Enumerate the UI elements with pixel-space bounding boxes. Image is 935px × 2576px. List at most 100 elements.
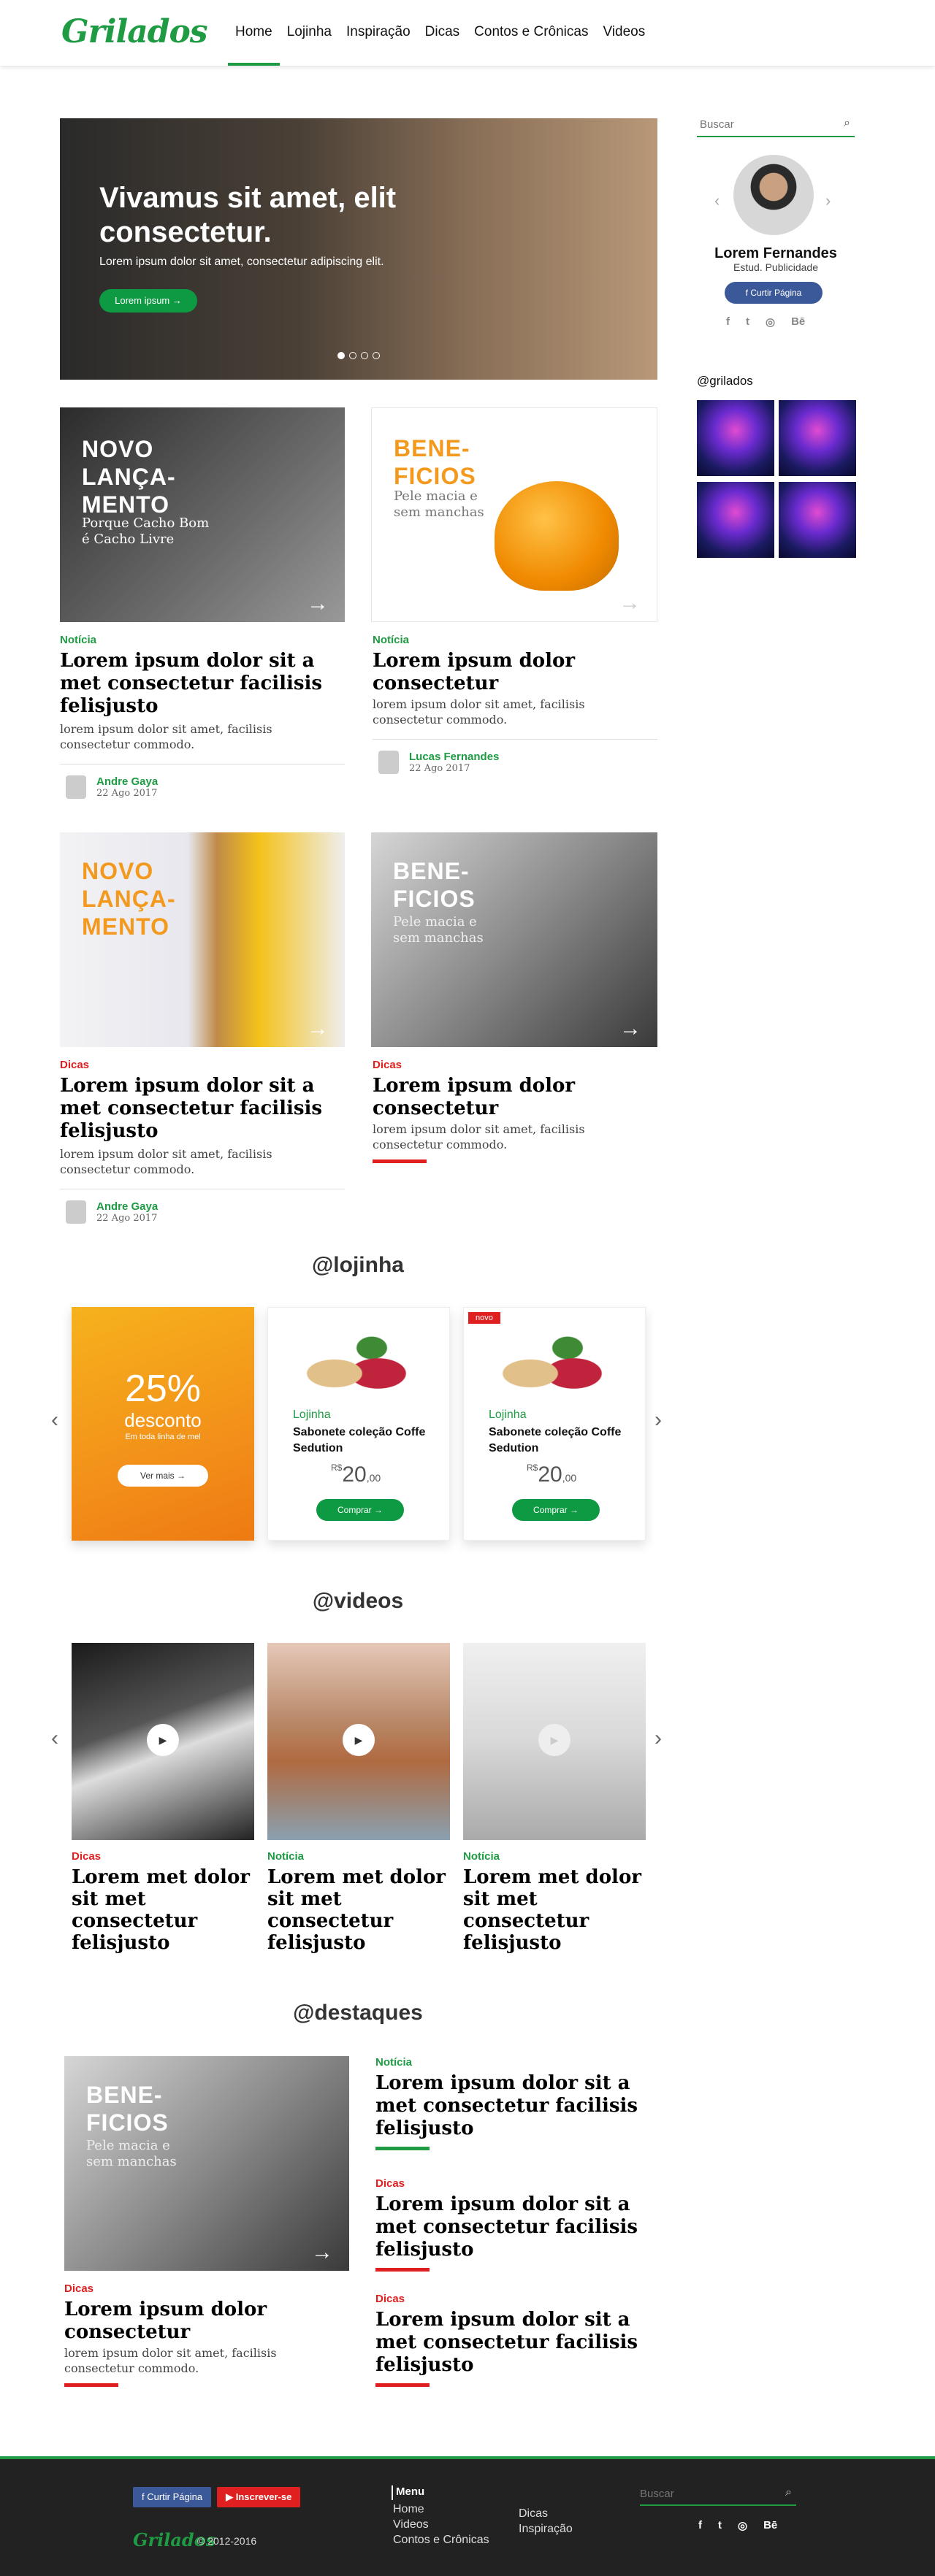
chevron-right-icon[interactable]: › — [654, 1726, 662, 1751]
nav-dicas[interactable]: Dicas — [418, 0, 468, 66]
post-author[interactable]: Lucas Fernandes 22 Ago 2017 — [378, 751, 499, 774]
author-name[interactable]: Lucas Fernandes — [409, 751, 499, 763]
post-category[interactable]: Notícia — [60, 634, 96, 646]
buy-button[interactable]: Comprar → — [316, 1499, 404, 1521]
search-icon[interactable]: ⌕ — [785, 2486, 792, 2499]
video-title[interactable]: Lorem met dolor sit met consectetur feli… — [72, 1866, 254, 1954]
post-image[interactable]: BENE- FICIOS Pele macia e sem manchas → — [371, 407, 657, 622]
post-title[interactable]: Lorem ipsum dolor sit a met consectetur … — [375, 2072, 638, 2140]
author-name[interactable]: Andre Gaya — [96, 775, 158, 788]
author-name[interactable]: Andre Gaya — [96, 1200, 158, 1213]
facebook-icon[interactable]: f — [726, 315, 730, 329]
hero-banner[interactable]: Vivamus sit amet, elit consectetur. Lore… — [60, 118, 657, 380]
chevron-left-icon[interactable]: ‹ — [51, 1408, 58, 1433]
post-category[interactable]: Dicas — [373, 1059, 402, 1071]
post-image[interactable]: BENE- FICIOS Pele macia e sem manchas → — [371, 832, 657, 1047]
chevron-right-icon[interactable]: › — [654, 1408, 662, 1433]
play-icon[interactable]: ▶ — [538, 1724, 570, 1756]
featured-image[interactable]: BENE- FICIOS Pele macia e sem manchas → — [64, 2056, 349, 2271]
post-title[interactable]: Lorem ipsum dolor sit a met consectetur … — [375, 2193, 638, 2261]
post-image[interactable]: NOVO LANÇA- MENTO → — [60, 832, 345, 1047]
dot[interactable] — [361, 352, 368, 359]
product-card[interactable]: novo Lojinha Sabonete coleção Coffe Sedu… — [463, 1307, 646, 1541]
dot[interactable] — [337, 352, 345, 359]
post-image[interactable]: NOVO LANÇA- MENTO Porque Cacho Bom é Cac… — [60, 407, 345, 622]
video-title[interactable]: Lorem met dolor sit met consectetur feli… — [463, 1866, 646, 1954]
dot[interactable] — [349, 352, 356, 359]
behance-icon[interactable]: Bē — [791, 315, 805, 329]
post-title[interactable]: Lorem ipsum dolor sit a met consectetur … — [60, 1075, 352, 1143]
arrow-right-icon[interactable]: → — [307, 1016, 329, 1041]
footer-like-button[interactable]: f Curtir Página — [133, 2487, 212, 2507]
video-card[interactable]: ▶ Dicas Lorem met dolor sit met consecte… — [72, 1643, 254, 1954]
logo[interactable]: Grilados — [61, 13, 208, 50]
video-card[interactable]: ▶ Notícia Lorem met dolor sit met consec… — [267, 1643, 450, 1954]
post-category[interactable]: Notícia — [375, 2056, 412, 2069]
post-category[interactable]: Dicas — [375, 2293, 405, 2305]
product-name[interactable]: Sabonete coleção Coffe Sedution — [489, 1425, 627, 1457]
arrow-right-icon[interactable]: → — [311, 2240, 333, 2265]
search-input[interactable] — [697, 114, 828, 134]
chevron-right-icon[interactable]: › — [825, 191, 831, 210]
post-title[interactable]: Lorem ipsum dolor sit a met consectetur … — [375, 2309, 638, 2377]
video-thumbnail[interactable]: ▶ — [72, 1643, 254, 1840]
insta-photo[interactable] — [697, 482, 774, 558]
promo-button[interactable]: Ver mais → — [118, 1465, 208, 1487]
post-category[interactable]: Dicas — [375, 2177, 405, 2190]
product-card[interactable]: Lojinha Sabonete coleção Coffe Sedution … — [267, 1307, 450, 1541]
nav-inspiracao[interactable]: Inspiração — [339, 0, 418, 66]
post-category[interactable]: Notícia — [373, 634, 409, 646]
sidebar-search[interactable]: ⌕ — [697, 114, 855, 137]
twitter-icon[interactable]: t — [718, 2519, 722, 2532]
footer-link-inspiracao[interactable]: Inspiração — [519, 2521, 573, 2537]
arrow-right-icon[interactable]: → — [307, 591, 329, 616]
footer-link-videos[interactable]: Videos — [393, 2517, 489, 2532]
video-card[interactable]: ▶ Notícia Lorem met dolor sit met consec… — [463, 1643, 646, 1954]
post-title[interactable]: Lorem ipsum dolor sit a met consectetur … — [60, 650, 352, 718]
nav-contos[interactable]: Contos e Crônicas — [467, 0, 595, 66]
post-title[interactable]: Lorem ipsum dolor consectetur — [373, 650, 621, 695]
insta-photo[interactable] — [779, 400, 856, 476]
facebook-icon[interactable]: f — [698, 2519, 702, 2532]
youtube-subscribe-button[interactable]: ▶ Inscrever-se — [217, 2487, 301, 2507]
product-image[interactable] — [297, 1330, 421, 1403]
nav-lojinha[interactable]: Lojinha — [280, 0, 339, 66]
chevron-left-icon[interactable]: ‹ — [714, 191, 720, 210]
twitter-icon[interactable]: t — [746, 315, 749, 329]
product-name[interactable]: Sabonete coleção Coffe Sedution — [293, 1425, 432, 1457]
post-category[interactable]: Dicas — [60, 1059, 89, 1071]
footer-link-contos[interactable]: Contos e Crônicas — [393, 2532, 489, 2548]
nav-home[interactable]: Home — [228, 0, 280, 66]
promo-card[interactable]: 25% desconto Em toda linha de mel Ver ma… — [72, 1307, 254, 1541]
chevron-left-icon[interactable]: ‹ — [51, 1726, 58, 1751]
product-image[interactable] — [493, 1330, 617, 1403]
video-thumbnail[interactable]: ▶ — [267, 1643, 450, 1840]
arrow-right-icon[interactable]: → — [619, 1016, 641, 1041]
post-author[interactable]: Andre Gaya 22 Ago 2017 — [66, 1200, 158, 1224]
arrow-right-icon[interactable]: → — [619, 591, 641, 616]
buy-button[interactable]: Comprar → — [512, 1499, 600, 1521]
video-thumbnail[interactable]: ▶ — [463, 1643, 646, 1840]
footer-search[interactable]: ⌕ — [640, 2484, 796, 2506]
hero-button[interactable]: Lorem ipsum → — [99, 289, 197, 313]
post-title[interactable]: Lorem ipsum dolor consectetur — [64, 2299, 313, 2344]
play-icon[interactable]: ▶ — [343, 1724, 375, 1756]
play-icon[interactable]: ▶ — [147, 1724, 179, 1756]
footer-link-home[interactable]: Home — [393, 2502, 489, 2517]
behance-icon[interactable]: Bē — [763, 2519, 777, 2532]
footer-link-dicas[interactable]: Dicas — [519, 2506, 573, 2521]
instagram-icon[interactable]: ◎ — [766, 315, 775, 329]
insta-photo[interactable] — [779, 482, 856, 558]
dot[interactable] — [373, 352, 380, 359]
search-icon[interactable]: ⌕ — [844, 117, 850, 130]
nav-videos[interactable]: Videos — [595, 0, 652, 66]
instagram-icon[interactable]: ◎ — [738, 2519, 747, 2532]
post-category[interactable]: Dicas — [64, 2282, 94, 2295]
insta-photo[interactable] — [697, 400, 774, 476]
post-title[interactable]: Lorem ipsum dolor consectetur — [373, 1075, 621, 1120]
footer-search-input[interactable] — [640, 2484, 771, 2503]
post-author[interactable]: Andre Gaya 22 Ago 2017 — [66, 775, 158, 799]
video-title[interactable]: Lorem met dolor sit met consectetur feli… — [267, 1866, 450, 1954]
hero-pagination[interactable] — [337, 352, 380, 359]
like-page-button[interactable]: f Curtir Página — [725, 282, 823, 304]
